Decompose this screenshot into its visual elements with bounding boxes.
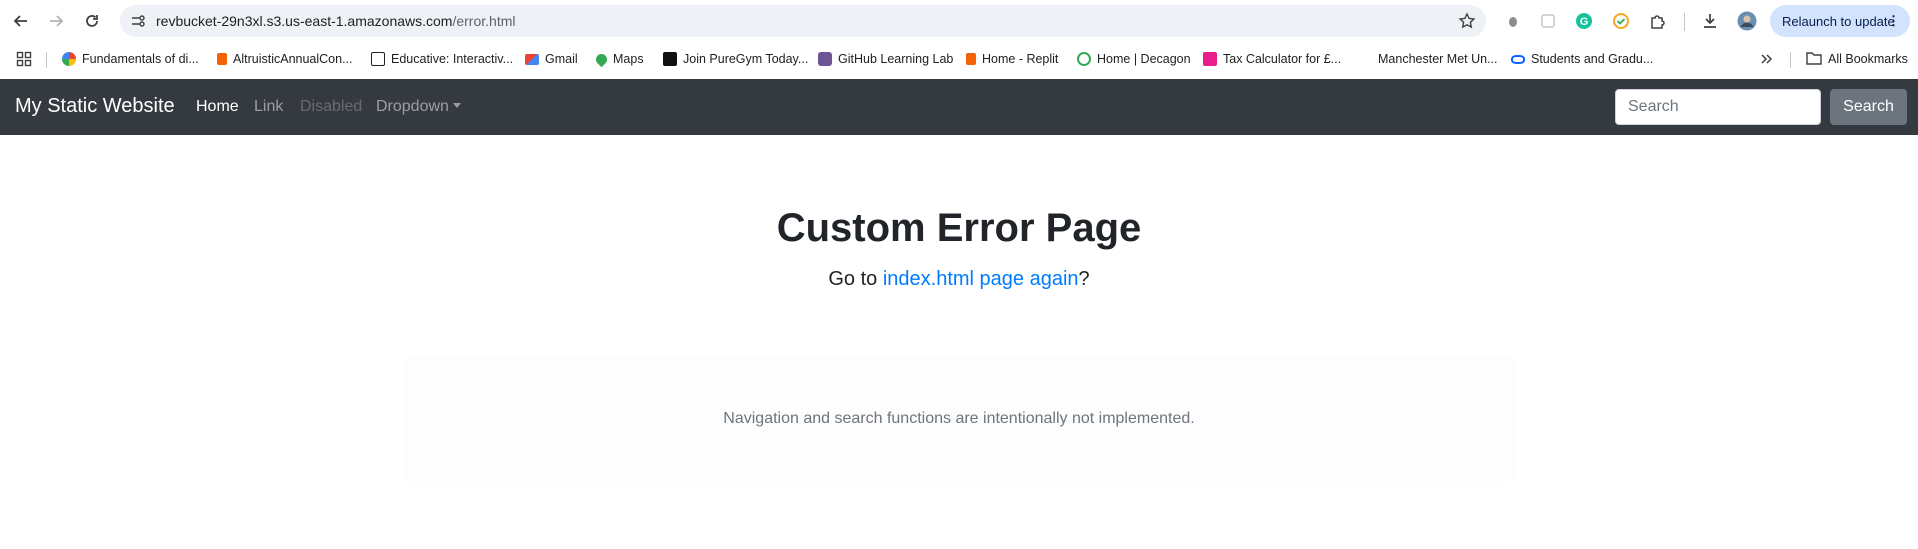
back-icon[interactable] xyxy=(9,9,33,33)
page-subtitle: Go to index.html page again? xyxy=(0,268,1918,291)
search-input[interactable] xyxy=(1615,89,1821,125)
profile-avatar[interactable] xyxy=(1737,11,1757,31)
subtitle-suffix: ? xyxy=(1078,268,1090,290)
grammarly-icon[interactable]: G xyxy=(1574,11,1594,31)
extensions-puzzle-icon[interactable] xyxy=(1648,11,1668,31)
bookmark-item[interactable]: Join PureGym Today... xyxy=(663,50,808,68)
manchester-met-icon xyxy=(1358,52,1372,66)
bookmark-label: Join PureGym Today... xyxy=(683,52,809,66)
nav-home-link[interactable]: Home xyxy=(196,98,239,116)
bookmark-item[interactable]: Tax Calculator for £... xyxy=(1203,50,1341,68)
site-info-icon[interactable] xyxy=(130,13,146,29)
url-path: /error.html xyxy=(452,13,516,29)
all-bookmarks-label: All Bookmarks xyxy=(1828,52,1908,66)
nav-disabled-link: Disabled xyxy=(300,98,363,115)
url-host: revbucket-29n3xl.s3.us-east-1.amazonaws.… xyxy=(156,13,453,29)
bookmark-item[interactable]: Manchester Met Un... xyxy=(1358,50,1498,68)
bookmark-star-icon[interactable] xyxy=(1458,12,1476,30)
nav-dropdown-toggle[interactable]: Dropdown xyxy=(376,98,461,116)
google-icon xyxy=(62,52,76,66)
tax-calculator-icon xyxy=(1203,52,1217,66)
forward-icon[interactable] xyxy=(44,9,68,33)
site-navbar: My Static Website Home Link Disabled Dro… xyxy=(0,79,1918,135)
bookmark-label: Home | Decagon xyxy=(1097,52,1191,66)
bookmark-item[interactable]: GitHub Learning Lab xyxy=(818,50,953,68)
bookmarks-bar: Fundamentals of di... AltruisticAnnualCo… xyxy=(0,42,1918,76)
all-bookmarks[interactable]: All Bookmarks xyxy=(1806,50,1908,68)
gmail-icon xyxy=(525,53,539,65)
bookmarks-divider xyxy=(46,52,47,68)
maps-icon xyxy=(593,51,610,67)
bookmark-item[interactable]: AltruisticAnnualCon... xyxy=(217,50,353,68)
bookmark-label: Manchester Met Un... xyxy=(1378,52,1498,66)
replit-icon xyxy=(217,53,227,65)
meta-icon xyxy=(1511,54,1525,64)
puregym-icon xyxy=(663,52,677,66)
decagon-icon xyxy=(1077,52,1091,66)
relaunch-button[interactable]: Relaunch to update ⋮ xyxy=(1770,5,1910,37)
index-page-link[interactable]: index.html page again xyxy=(883,268,1079,290)
svg-text:G: G xyxy=(1580,16,1589,28)
bookmark-label: Tax Calculator for £... xyxy=(1223,52,1342,66)
bookmark-item[interactable]: Home - Replit xyxy=(966,50,1058,68)
search-button[interactable]: Search xyxy=(1830,89,1907,125)
relaunch-label: Relaunch to update xyxy=(1782,13,1895,29)
dropdown-label: Dropdown xyxy=(376,98,449,115)
bookmark-label: Students and Gradu... xyxy=(1531,52,1654,66)
extension-bug-icon[interactable] xyxy=(1503,11,1523,31)
bookmark-label: GitHub Learning Lab xyxy=(838,52,954,66)
info-text: Navigation and search functions are inte… xyxy=(723,410,1195,427)
bookmark-label: Fundamentals of di... xyxy=(82,52,199,66)
subtitle-prefix: Go to xyxy=(828,268,883,290)
extension-grid-icon[interactable] xyxy=(1538,11,1558,31)
address-url: revbucket-29n3xl.s3.us-east-1.amazonaws.… xyxy=(156,13,515,29)
reload-icon[interactable] xyxy=(80,9,104,33)
address-bar[interactable]: revbucket-29n3xl.s3.us-east-1.amazonaws.… xyxy=(120,5,1486,37)
bookmarks-divider xyxy=(1790,52,1791,68)
extension-check-icon[interactable] xyxy=(1611,11,1631,31)
github-learning-lab-icon xyxy=(818,52,832,66)
toolbar-divider xyxy=(1684,13,1685,31)
bookmark-label: Maps xyxy=(613,52,644,66)
bookmark-label: Educative: Interactiv... xyxy=(391,52,514,66)
folder-icon xyxy=(1806,51,1822,68)
bookmark-item[interactable]: Students and Gradu... xyxy=(1511,50,1653,68)
nav-link[interactable]: Link xyxy=(254,98,283,116)
apps-grid-icon[interactable] xyxy=(16,50,32,68)
page-title: Custom Error Page xyxy=(776,206,1142,250)
bookmark-item[interactable]: Maps xyxy=(593,50,644,68)
navbar-brand[interactable]: My Static Website xyxy=(15,95,175,118)
bookmark-label: AltruisticAnnualCon... xyxy=(233,52,353,66)
browser-toolbar: revbucket-29n3xl.s3.us-east-1.amazonaws.… xyxy=(0,0,1918,42)
bookmark-label: Home - Replit xyxy=(982,52,1059,66)
info-panel: Navigation and search functions are inte… xyxy=(405,358,1513,480)
bookmarks-overflow-icon[interactable] xyxy=(1760,50,1774,68)
bookmark-item[interactable]: Fundamentals of di... xyxy=(62,50,199,68)
bookmark-label: Gmail xyxy=(545,52,578,66)
bookmark-item[interactable]: Home | Decagon xyxy=(1077,50,1191,68)
educative-icon xyxy=(371,52,385,66)
caret-down-icon xyxy=(452,103,461,108)
more-menu-icon[interactable]: ⋮ xyxy=(1887,13,1900,29)
download-icon[interactable] xyxy=(1700,11,1720,31)
replit-icon xyxy=(966,53,976,65)
bookmark-item[interactable]: Educative: Interactiv... xyxy=(371,50,513,68)
bookmark-item[interactable]: Gmail xyxy=(525,50,578,68)
